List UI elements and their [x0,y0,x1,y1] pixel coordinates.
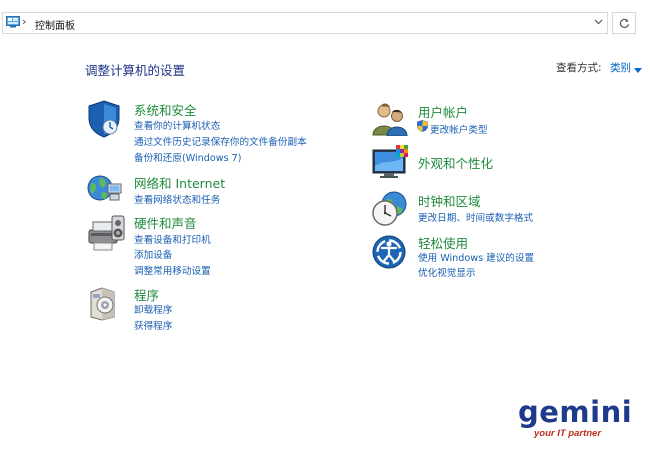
address-field[interactable]: › 控制面板 [2,12,608,34]
view-by-dropdown[interactable]: 类别 [610,60,631,75]
category-title[interactable]: 用户帐户 [418,102,468,121]
refresh-button[interactable] [612,12,636,34]
link-optimize-visual-display[interactable]: 优化视觉显示 [418,265,476,279]
address-bar: › 控制面板 [0,8,650,38]
hardware-sound-icon[interactable] [86,213,126,256]
link-change-account-type[interactable]: 更改帐户类型 [430,122,488,136]
category-title[interactable]: 网络和 Internet [134,173,225,192]
category-title[interactable]: 时钟和区域 [418,191,481,210]
appearance-personalization-icon[interactable] [371,144,411,183]
category-title[interactable]: 系统和安全 [134,100,197,119]
clock-region-icon[interactable] [371,191,409,230]
brand-logo: gemini [518,395,633,429]
page-title: 调整计算机的设置 [85,63,186,78]
link-backup-restore[interactable]: 备份和还原(Windows 7) [134,150,241,164]
brand-tagline: your IT partner [534,428,602,439]
breadcrumb[interactable]: 控制面板 [35,17,75,32]
link-mobility-settings[interactable]: 调整常用移动设置 [134,263,211,277]
link-get-programs[interactable]: 获得程序 [134,318,172,332]
link-add-device[interactable]: 添加设备 [134,247,172,261]
view-by-label: 查看方式: [556,62,602,74]
chevron-down-icon[interactable] [594,17,603,29]
link-windows-recommended-settings[interactable]: 使用 Windows 建议的设置 [418,250,534,264]
link-file-history-backup[interactable]: 通过文件历史记录保存你的文件备份副本 [134,134,307,148]
ease-of-access-icon[interactable] [371,233,409,274]
system-security-icon[interactable] [86,100,122,141]
network-internet-icon[interactable] [86,172,122,209]
link-uninstall-program[interactable]: 卸载程序 [134,302,172,316]
link-view-computer-status[interactable]: 查看你的计算机状态 [134,118,220,132]
chevron-down-icon[interactable] [634,65,642,76]
category-title[interactable]: 硬件和声音 [134,213,197,232]
category-title[interactable]: 外观和个性化 [418,153,493,172]
programs-icon[interactable] [88,285,124,324]
link-date-time-number-format[interactable]: 更改日期、时间或数字格式 [418,210,533,224]
link-network-status-tasks[interactable]: 查看网络状态和任务 [134,192,220,206]
link-devices-printers[interactable]: 查看设备和打印机 [134,232,211,246]
control-panel-icon [6,16,20,31]
uac-shield-icon [417,120,428,135]
breadcrumb-separator: › [22,15,27,28]
refresh-icon [619,18,629,28]
user-accounts-icon[interactable] [371,102,409,139]
